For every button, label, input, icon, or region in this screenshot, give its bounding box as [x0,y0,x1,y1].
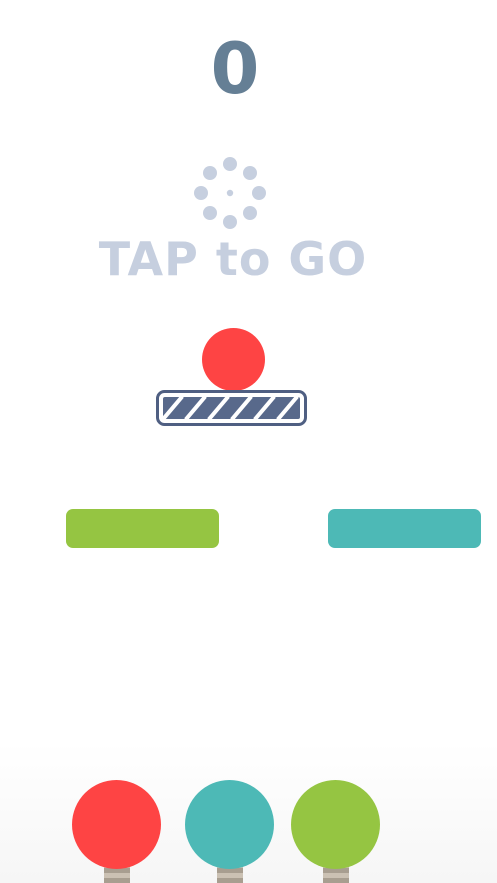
tap-burst-icon [194,157,266,229]
tap-to-go-text: TAP to GO [98,232,368,286]
green-bar [66,509,219,548]
green-color-button[interactable] [291,780,380,869]
teal-color-button[interactable] [185,780,274,869]
score-display: 0 [210,28,260,110]
teal-bar [328,509,481,548]
spring-platform [156,390,307,426]
player-ball [202,328,265,391]
game-screen[interactable]: 0 TAP to GO [0,0,497,883]
red-color-button[interactable] [72,780,161,869]
